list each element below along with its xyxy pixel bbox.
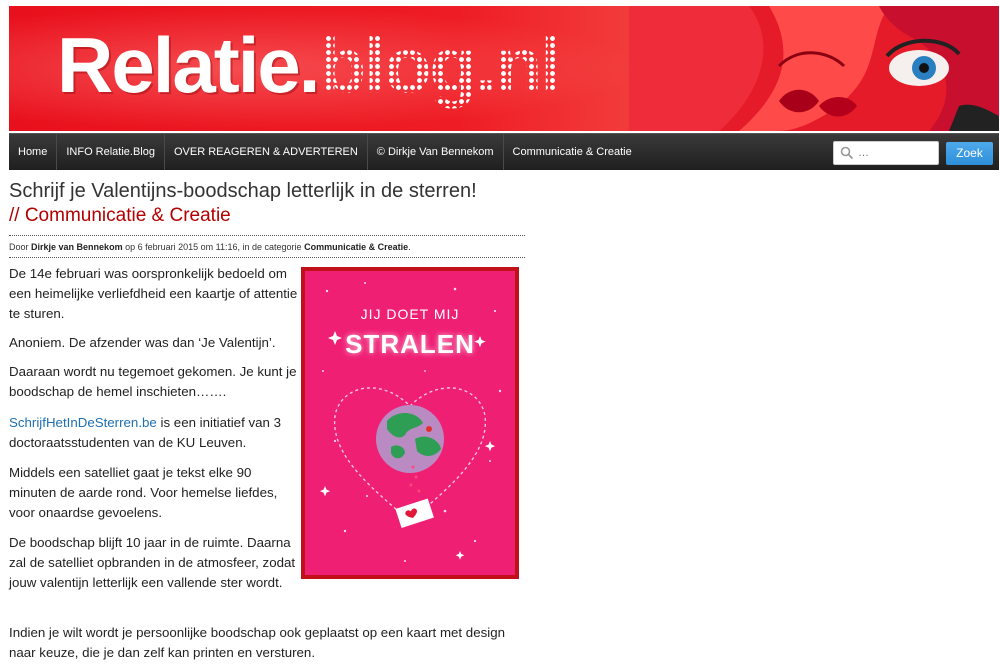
meta-author-link[interactable]: Dirkje van Bennekom: [31, 242, 123, 252]
search-field[interactable]: [833, 141, 939, 165]
logo-main-text: Relatie.: [57, 21, 320, 109]
meta-by: Door: [9, 242, 29, 252]
post-category-subtitle[interactable]: // Communicatie & Creatie: [9, 205, 525, 227]
paragraph: Daaraan wordt nu tegemoet gekomen. Je ku…: [9, 364, 297, 399]
post-title[interactable]: Schrijf je Valentijns-boodschap letterli…: [9, 178, 525, 204]
nav-item-communicatie[interactable]: Communicatie & Creatie: [504, 134, 641, 170]
meta-end: .: [408, 242, 411, 252]
paragraph: Anoniem. De afzender was dan ‘Je Valenti…: [9, 335, 276, 350]
post-meta: Door Dirkje van Bennekom op 6 februari 2…: [9, 236, 525, 257]
paragraph: De 14e februari was oorspronkelijk bedoe…: [9, 266, 298, 321]
valentine-image[interactable]: JIJ DOET MIJ STRALEN: [301, 267, 519, 579]
external-link[interactable]: SchrijfHetInDeSterren.be: [9, 415, 157, 430]
card-text-line1: JIJ DOET MIJ: [360, 306, 460, 322]
nav-item-home[interactable]: Home: [9, 134, 58, 170]
paragraph: SchrijfHetInDeSterren.be is een initiati…: [9, 413, 299, 453]
logo-dotted-text: blog.nl: [318, 21, 562, 109]
post-header: Schrijf je Valentijns-boodschap letterli…: [9, 178, 525, 258]
banner-illustration: [629, 6, 999, 131]
nav-item-over-reageren[interactable]: OVER REAGEREN & ADVERTEREN: [165, 134, 368, 170]
divider: [9, 257, 525, 258]
paragraph: Indien je wilt wordt je persoonlijke boo…: [9, 625, 505, 660]
nav-item-copyright[interactable]: © Dirkje Van Bennekom: [368, 134, 504, 170]
valentine-card: JIJ DOET MIJ STRALEN: [305, 271, 515, 575]
card-text-line2: STRALEN: [345, 329, 475, 359]
search-input[interactable]: [858, 144, 936, 162]
paragraph: Middels een satelliet gaat je tekst elke…: [9, 465, 278, 520]
main-navigation: Home INFO Relatie.Blog OVER REAGEREN & A…: [9, 133, 999, 170]
paragraph: De boodschap blijft 10 jaar in de ruimte…: [9, 535, 296, 590]
meta-category-link[interactable]: Communicatie & Creatie: [304, 242, 408, 252]
site-logo[interactable]: Relatie.blog.nl: [57, 20, 562, 110]
search-button[interactable]: Zoek: [946, 142, 993, 165]
search-icon: [840, 146, 854, 160]
header-banner[interactable]: Relatie.blog.nl: [9, 6, 999, 131]
nav-item-info[interactable]: INFO Relatie.Blog: [57, 134, 165, 170]
meta-date: op 6 februari 2015 om 11:16, in de categ…: [125, 242, 302, 252]
